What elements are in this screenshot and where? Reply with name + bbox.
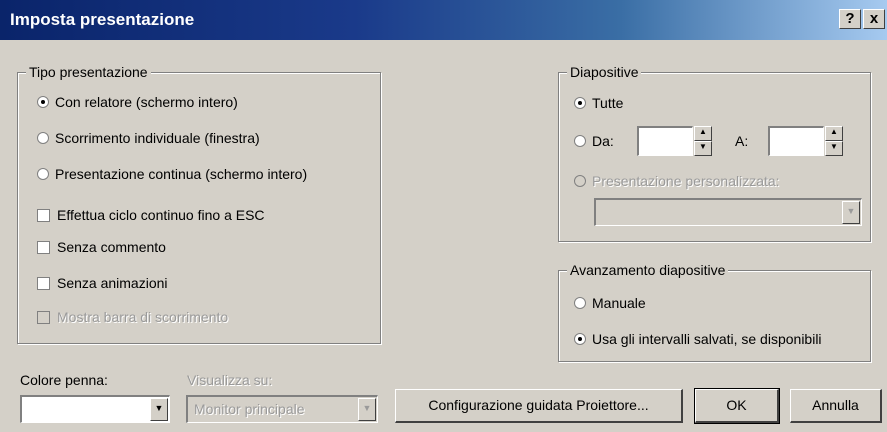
check-senza-commento[interactable]: Senza commento [37, 239, 166, 255]
spin-down-icon[interactable]: ▼ [825, 141, 843, 156]
radio-button[interactable] [574, 135, 586, 147]
checkbox-label: Effettua ciclo continuo fino a ESC [57, 207, 265, 223]
radio-label: Presentazione continua (schermo intero) [55, 166, 308, 182]
radio-personalizzata: Presentazione personalizzata: [574, 173, 780, 189]
radio-button-selected[interactable] [574, 333, 586, 345]
radio-da[interactable]: Da: [574, 133, 614, 149]
checkbox-disabled [37, 310, 50, 324]
spin-up-icon[interactable]: ▲ [825, 126, 843, 141]
a-label: A: [735, 133, 749, 149]
check-mostra-barra: Mostra barra di scorrimento [37, 309, 228, 325]
check-senza-animazioni[interactable]: Senza animazioni [37, 275, 168, 291]
radio-scorrimento-individuale[interactable]: Scorrimento individuale (finestra) [37, 130, 260, 146]
checkbox[interactable] [37, 208, 50, 222]
chevron-down-icon[interactable]: ▼ [150, 398, 168, 421]
checkbox-label: Senza animazioni [57, 275, 168, 291]
tipo-presentazione-legend: Tipo presentazione [26, 64, 151, 80]
a-spinner[interactable]: ▲ ▼ [825, 126, 843, 156]
radio-label: Scorrimento individuale (finestra) [55, 130, 260, 146]
radio-label: Da: [592, 133, 614, 149]
a-input[interactable] [768, 126, 824, 156]
chevron-down-icon: ▼ [358, 398, 376, 421]
radio-button-selected[interactable] [37, 96, 49, 108]
close-button[interactable]: x [863, 9, 885, 29]
radio-label: Con relatore (schermo intero) [55, 94, 238, 110]
configurazione-proiettore-button[interactable]: Configurazione guidata Proiettore... [395, 389, 683, 423]
visualizza-su-dropdown: Monitor principale ▼ [186, 395, 378, 423]
diapositive-legend: Diapositive [567, 64, 642, 80]
radio-label: Manuale [592, 295, 646, 311]
radio-con-relatore[interactable]: Con relatore (schermo intero) [37, 94, 238, 110]
avanzamento-group: Avanzamento diapositive [558, 262, 871, 362]
radio-button[interactable] [37, 168, 49, 180]
personalizzata-dropdown: ▼ [594, 198, 862, 226]
radio-label: Presentazione personalizzata: [592, 173, 780, 189]
radio-intervalli-salvati[interactable]: Usa gli intervalli salvati, se disponibi… [574, 331, 822, 347]
title-bar: Imposta presentazione ? x [0, 0, 887, 40]
avanzamento-legend: Avanzamento diapositive [567, 262, 729, 278]
check-ciclo-continuo[interactable]: Effettua ciclo continuo fino a ESC [37, 207, 265, 223]
checkbox-label: Senza commento [57, 239, 166, 255]
colore-penna-label: Colore penna: [20, 372, 108, 388]
da-spinner[interactable]: ▲ ▼ [694, 126, 712, 156]
radio-manuale[interactable]: Manuale [574, 295, 646, 311]
checkbox[interactable] [37, 240, 50, 254]
radio-button[interactable] [574, 297, 586, 309]
radio-button-disabled [574, 175, 586, 187]
help-button[interactable]: ? [839, 9, 861, 29]
ok-button[interactable]: OK [694, 388, 780, 424]
visualizza-su-value: Monitor principale [194, 401, 305, 417]
spin-up-icon[interactable]: ▲ [694, 126, 712, 141]
radio-button-selected[interactable] [574, 97, 586, 109]
colore-penna-dropdown[interactable]: ▼ [20, 395, 170, 423]
visualizza-su-label: Visualizza su: [187, 372, 273, 388]
spin-down-icon[interactable]: ▼ [694, 141, 712, 156]
radio-label: Usa gli intervalli salvati, se disponibi… [592, 331, 822, 347]
radio-button[interactable] [37, 132, 49, 144]
radio-presentazione-continua[interactable]: Presentazione continua (schermo intero) [37, 166, 307, 182]
radio-tutte[interactable]: Tutte [574, 95, 623, 111]
da-input[interactable] [637, 126, 693, 156]
checkbox-label: Mostra barra di scorrimento [57, 309, 229, 325]
chevron-down-icon: ▼ [842, 201, 860, 224]
radio-label: Tutte [592, 95, 624, 111]
cancel-button[interactable]: Annulla [790, 389, 882, 423]
checkbox[interactable] [37, 276, 50, 290]
dialog-title: Imposta presentazione [10, 10, 195, 29]
